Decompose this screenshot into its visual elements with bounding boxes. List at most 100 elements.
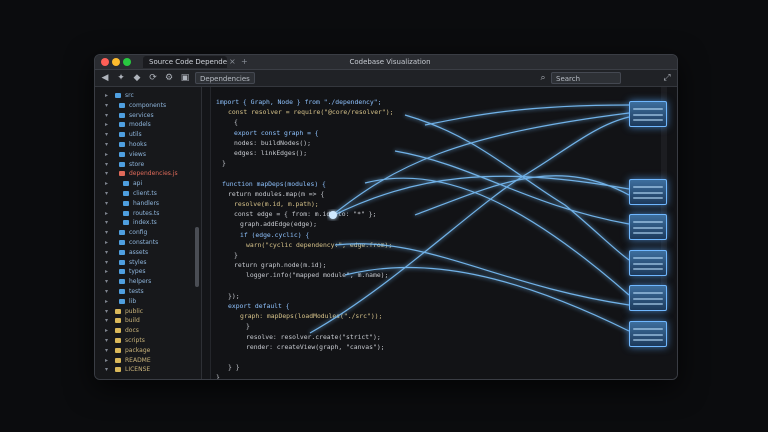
- sidebar-item-label: scripts: [125, 337, 145, 344]
- sidebar-item[interactable]: ▾ services: [95, 111, 201, 120]
- node-label-bar: [633, 298, 663, 300]
- sidebar-item[interactable]: ▾ scripts: [95, 336, 201, 345]
- chevron-icon[interactable]: ▾: [105, 248, 108, 257]
- sidebar-item-label: tests: [129, 288, 144, 295]
- node-module-4[interactable]: [629, 250, 667, 276]
- code-line: logger.info("mapped module", m.name);: [246, 271, 389, 280]
- sidebar-item[interactable]: ▾ dependencies.js: [95, 169, 201, 178]
- folder-icon: [115, 347, 121, 353]
- chevron-icon[interactable]: ▾: [105, 199, 108, 208]
- sidebar-item[interactable]: ▸ src: [95, 91, 201, 100]
- node-module-3[interactable]: [629, 214, 667, 240]
- chevron-icon[interactable]: ▸: [105, 326, 108, 335]
- file-icon: [123, 220, 129, 226]
- chevron-icon[interactable]: ▾: [105, 316, 108, 325]
- chevron-icon[interactable]: ▸: [105, 209, 108, 218]
- chevron-icon[interactable]: ▾: [105, 228, 108, 237]
- sidebar-item[interactable]: ▸ routes.ts: [95, 209, 201, 218]
- chevron-icon[interactable]: ▾: [105, 169, 108, 178]
- node-module-5[interactable]: [629, 285, 667, 311]
- chevron-icon[interactable]: ▸: [105, 150, 108, 159]
- sidebar-item[interactable]: ▾ styles: [95, 258, 201, 267]
- run-icon[interactable]: ◆: [131, 72, 143, 84]
- sidebar-item-label: styles: [129, 258, 147, 266]
- chevron-icon[interactable]: ▾: [105, 218, 108, 227]
- chevron-icon[interactable]: ▾: [105, 365, 108, 374]
- path-input[interactable]: Dependencies: [195, 72, 255, 84]
- minimize-window-button[interactable]: [112, 58, 120, 66]
- new-tab-icon[interactable]: +: [241, 56, 248, 68]
- chevron-icon[interactable]: ▸: [105, 120, 108, 129]
- search-icon[interactable]: ⌕: [537, 72, 549, 84]
- chevron-icon[interactable]: ▾: [105, 189, 108, 198]
- sidebar-item[interactable]: ▾ config: [95, 228, 201, 237]
- sidebar-item[interactable]: ▸ types: [95, 267, 201, 276]
- chevron-icon[interactable]: ▾: [105, 130, 108, 139]
- expand-icon[interactable]: ⤢: [661, 72, 673, 84]
- sidebar-item-label: utils: [129, 131, 142, 139]
- refresh-icon[interactable]: ⟳: [147, 72, 159, 84]
- sidebar-item[interactable]: ▾ public: [95, 307, 201, 316]
- code-line: }: [246, 322, 250, 331]
- chevron-icon[interactable]: ▾: [105, 307, 108, 316]
- code-line: export const graph = {: [234, 128, 319, 137]
- chevron-icon[interactable]: ▾: [105, 287, 108, 296]
- editor-window: Source Code Dependencies × + Codebase Vi…: [94, 54, 678, 380]
- sidebar-item[interactable]: ▾ package: [95, 346, 201, 355]
- sidebar-item[interactable]: ▾ build: [95, 316, 201, 325]
- settings-icon[interactable]: ⚙: [163, 72, 175, 84]
- sidebar-item-label: README: [125, 356, 151, 364]
- chevron-icon[interactable]: ▸: [105, 297, 108, 306]
- chevron-icon[interactable]: ▾: [105, 336, 108, 345]
- folder-icon: [115, 318, 121, 324]
- node-module-6[interactable]: [629, 321, 667, 347]
- sidebar-item[interactable]: ▾ handlers: [95, 199, 201, 208]
- chevron-icon[interactable]: ▾: [105, 111, 108, 120]
- node-module-1[interactable]: [629, 101, 667, 127]
- close-window-button[interactable]: [101, 58, 109, 66]
- chevron-icon[interactable]: ▾: [105, 160, 108, 169]
- sidebar-item[interactable]: ▸ lib: [95, 297, 201, 306]
- code-editor[interactable]: import { Graph, Node } from "./dependenc…: [202, 87, 677, 379]
- chevron-icon[interactable]: ▾: [105, 277, 108, 286]
- sidebar-item[interactable]: ▾ LICENSE: [95, 365, 201, 374]
- chevron-icon[interactable]: ▸: [105, 179, 108, 188]
- sidebar-item[interactable]: ▾ client.ts: [95, 189, 201, 198]
- forward-icon[interactable]: ✦: [115, 72, 127, 84]
- file-icon: [119, 142, 125, 147]
- sidebar-item[interactable]: ▾ utils: [95, 130, 201, 139]
- sidebar-item[interactable]: ▾ index.ts: [95, 218, 201, 227]
- chevron-icon[interactable]: ▾: [105, 346, 108, 355]
- sidebar-item[interactable]: ▾ assets: [95, 248, 201, 257]
- file-icon: [123, 191, 129, 196]
- sidebar-item[interactable]: ▾ store: [95, 160, 201, 169]
- sidebar-item[interactable]: ▾ tests: [95, 287, 201, 296]
- search-input[interactable]: Search: [551, 72, 621, 84]
- node-label-bar: [633, 227, 663, 229]
- chevron-icon[interactable]: ▸: [105, 91, 108, 100]
- sidebar-item[interactable]: ▸ constants: [95, 238, 201, 247]
- chevron-icon[interactable]: ▾: [105, 258, 108, 267]
- sidebar-item[interactable]: ▾ helpers: [95, 277, 201, 286]
- chevron-icon[interactable]: ▸: [105, 238, 108, 247]
- sidebar-item[interactable]: ▸ api: [95, 179, 201, 188]
- chevron-icon[interactable]: ▾: [105, 101, 108, 110]
- tab-close-icon[interactable]: ×: [229, 56, 236, 68]
- sidebar-item[interactable]: ▸ models: [95, 120, 201, 129]
- sidebar-item[interactable]: ▸ views: [95, 150, 201, 159]
- sidebar-item[interactable]: ▾ hooks: [95, 140, 201, 149]
- maximize-window-button[interactable]: [123, 58, 131, 66]
- chevron-icon[interactable]: ▸: [105, 267, 108, 276]
- sidebar-item[interactable]: ▸ README: [95, 356, 201, 365]
- sidebar-item[interactable]: ▸ docs: [95, 326, 201, 335]
- node-label-bar: [633, 339, 663, 341]
- tab-source-code[interactable]: Source Code Dependencies: [143, 56, 227, 68]
- chevron-icon[interactable]: ▾: [105, 140, 108, 149]
- file-icon: [119, 112, 125, 118]
- back-icon[interactable]: ◀: [99, 72, 111, 84]
- bookmark-icon[interactable]: ▣: [179, 72, 191, 84]
- node-module-2[interactable]: [629, 179, 667, 205]
- sidebar-item-label: constants: [129, 239, 159, 246]
- sidebar-item[interactable]: ▾ components: [95, 101, 201, 110]
- chevron-icon[interactable]: ▸: [105, 356, 108, 365]
